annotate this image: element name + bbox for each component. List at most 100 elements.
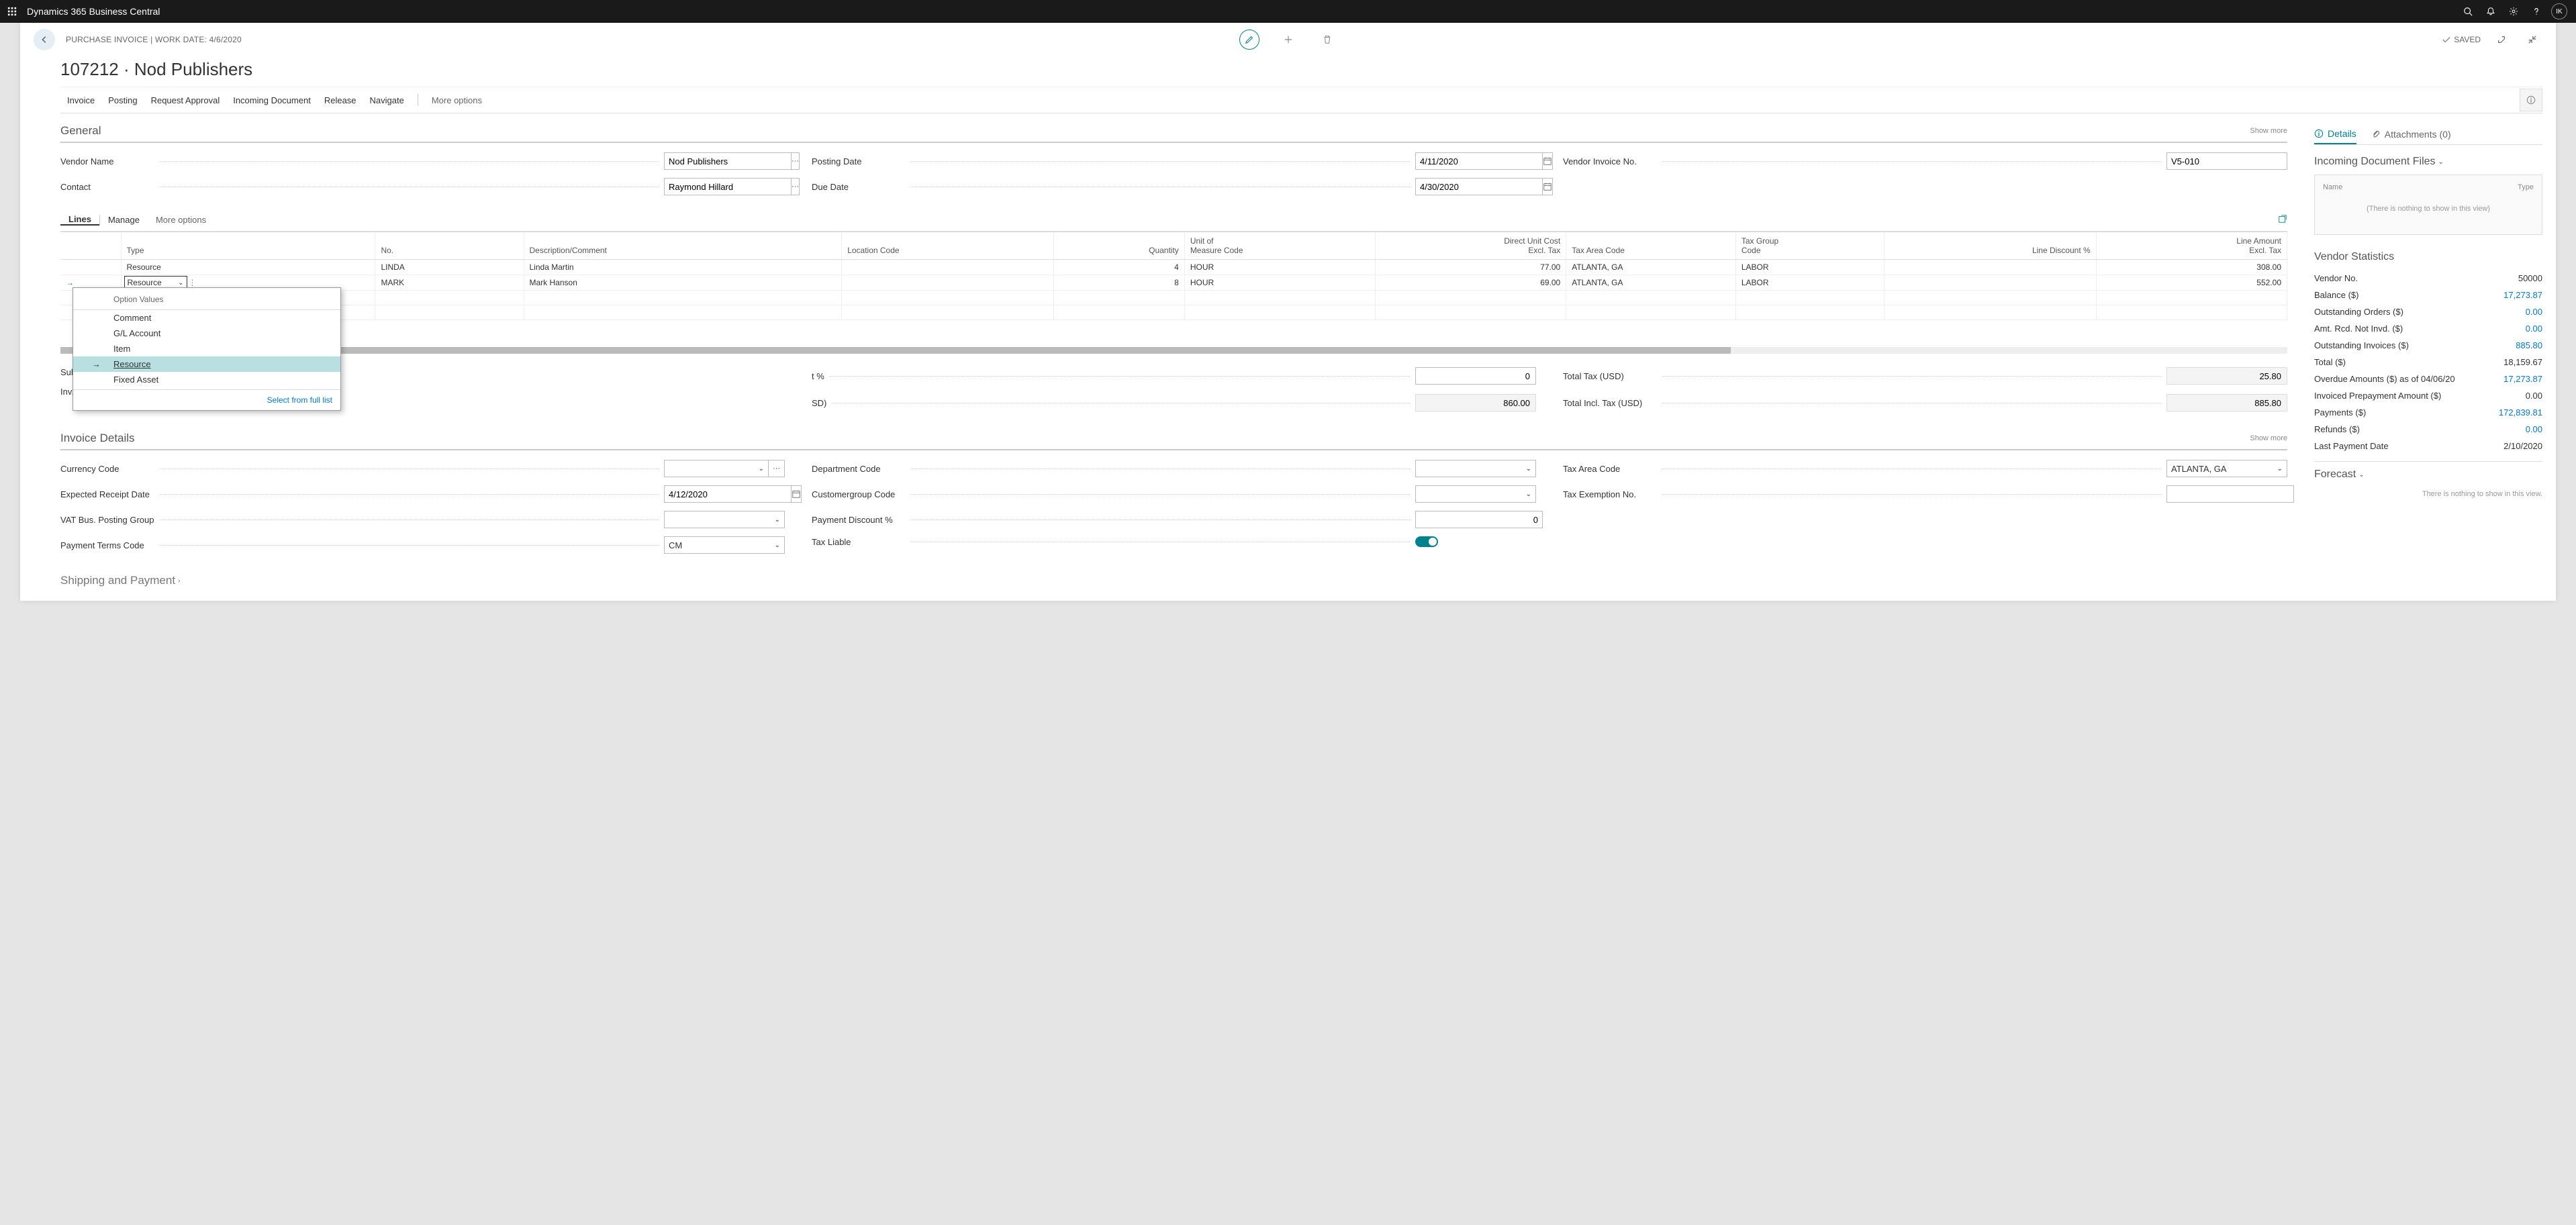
col-name-header: Name (2323, 183, 2342, 191)
tax-liable-toggle[interactable] (1415, 536, 1438, 547)
row-more-icon[interactable]: ⋮ (189, 278, 197, 287)
tab-lines[interactable]: Lines (60, 214, 99, 226)
tax-liable-label: Tax Liable (812, 537, 906, 547)
expected-receipt-input[interactable] (664, 485, 792, 503)
delete-button[interactable] (1317, 30, 1337, 50)
top-bar: Dynamics 365 Business Central IK (0, 0, 2576, 23)
help-icon[interactable] (2525, 0, 2548, 23)
total-incl-tax-value (2166, 394, 2287, 411)
col-discount[interactable]: Line Discount % (1884, 232, 2096, 260)
section-shipping-and-payment[interactable]: Shipping and Payment› (60, 574, 2287, 587)
stat-link[interactable]: 0.00 (2526, 424, 2542, 434)
lines-toolbar: Lines Manage More options (60, 209, 2287, 232)
due-date-input[interactable] (1415, 178, 1543, 195)
lines-popout-icon[interactable] (2278, 214, 2287, 226)
expected-receipt-label: Expected Receipt Date (60, 489, 154, 499)
popout-icon[interactable] (2491, 30, 2512, 50)
total-incl-tax-label: Total Incl. Tax (USD) (1563, 398, 1657, 408)
tax-exemption-input[interactable] (2166, 485, 2294, 503)
dropdown-option[interactable]: Comment (73, 310, 340, 326)
stat-link[interactable]: 17,273.87 (2503, 374, 2542, 384)
col-type-header: Type (2518, 183, 2534, 191)
chevron-down-icon: ⌄ (178, 279, 183, 287)
factbox-tab-attachments[interactable]: Attachments (0) (2371, 124, 2451, 144)
due-date-picker-icon[interactable] (1543, 178, 1553, 195)
cmd-more-options[interactable]: More options (425, 87, 489, 113)
stat-link[interactable]: 172,839.81 (2499, 407, 2542, 418)
col-qty[interactable]: Quantity (1053, 232, 1184, 260)
bell-icon[interactable] (2479, 0, 2502, 23)
col-line-amount[interactable]: Line AmountExcl. Tax (2096, 232, 2287, 260)
stat-link[interactable]: 0.00 (2526, 307, 2542, 317)
customergroup-code-select[interactable]: ⌄ (1415, 485, 1536, 503)
stat-link[interactable]: 17,273.87 (2503, 290, 2542, 300)
col-uom[interactable]: Unit ofMeasure Code (1184, 232, 1375, 260)
currency-lookup[interactable]: ··· (769, 460, 785, 477)
cmd-navigate[interactable]: Navigate (363, 87, 411, 113)
col-location[interactable]: Location Code (842, 232, 1054, 260)
col-tax-group[interactable]: Tax GroupCode (1735, 232, 1884, 260)
incoming-docs-box: NameType (There is nothing to show in th… (2314, 175, 2542, 235)
col-unit-cost[interactable]: Direct Unit CostExcl. Tax (1376, 232, 1566, 260)
incoming-docs-title[interactable]: Incoming Document Files⌄ (2314, 156, 2542, 168)
posting-date-picker-icon[interactable] (1543, 152, 1553, 170)
invoice-details-show-more[interactable]: Show more (2250, 434, 2287, 442)
payment-discount-input[interactable] (1415, 511, 1543, 528)
currency-code-label: Currency Code (60, 464, 154, 474)
col-type[interactable]: Type (121, 232, 375, 260)
stat-link[interactable]: 885.80 (2516, 340, 2542, 350)
table-row[interactable]: Resource LINDA Linda Martin 4 HOUR 77.00… (60, 260, 2287, 275)
discount-pct-input[interactable] (1415, 367, 1536, 385)
dropdown-option[interactable]: Item (73, 341, 340, 356)
factbox-tab-details[interactable]: Details (2314, 124, 2356, 144)
user-avatar[interactable]: IK (2548, 0, 2571, 23)
lines-table: Type No. Description/Comment Location Co… (60, 232, 2287, 320)
inv-total-label-partial: SD) (812, 398, 826, 408)
search-icon[interactable] (2456, 0, 2479, 23)
table-row[interactable] (60, 305, 2287, 320)
cmd-release[interactable]: Release (318, 87, 363, 113)
vendor-name-lookup[interactable]: ··· (792, 152, 800, 170)
cmd-incoming-document[interactable]: Incoming Document (226, 87, 318, 113)
edit-button[interactable] (1239, 30, 1259, 50)
contact-label: Contact (60, 182, 154, 192)
collapse-icon[interactable] (2522, 30, 2542, 50)
payment-terms-select[interactable]: CM⌄ (664, 536, 785, 554)
department-code-select[interactable]: ⌄ (1415, 460, 1536, 477)
col-tax-area[interactable]: Tax Area Code (1566, 232, 1736, 260)
cmd-invoice[interactable]: Invoice (60, 87, 101, 113)
expected-date-picker-icon[interactable] (792, 485, 802, 503)
info-icon[interactable] (2520, 89, 2542, 111)
app-launcher-icon[interactable] (5, 5, 19, 18)
saved-indicator: SAVED (2442, 35, 2481, 44)
cmd-request-approval[interactable]: Request Approval (144, 87, 227, 113)
lines-more-options[interactable]: More options (148, 215, 214, 225)
cmd-posting[interactable]: Posting (101, 87, 144, 113)
new-button[interactable] (1278, 30, 1298, 50)
gear-icon[interactable] (2502, 0, 2525, 23)
back-button[interactable] (34, 29, 55, 50)
stat-link[interactable]: 0.00 (2526, 324, 2542, 334)
col-desc[interactable]: Description/Comment (524, 232, 842, 260)
contact-input[interactable] (664, 178, 792, 195)
posting-date-input[interactable] (1415, 152, 1543, 170)
vendor-name-input[interactable] (664, 152, 792, 170)
contact-lookup[interactable]: ··· (792, 178, 800, 195)
payment-terms-label: Payment Terms Code (60, 540, 154, 550)
tax-area-code-label: Tax Area Code (1563, 464, 1657, 474)
dropdown-full-list-link[interactable]: Select from full list (73, 390, 340, 410)
dropdown-option[interactable]: Fixed Asset (73, 372, 340, 387)
table-row[interactable]: → Resource⌄ ⋮ (60, 275, 2287, 291)
horizontal-scrollbar[interactable] (60, 347, 2287, 354)
forecast-title[interactable]: Forecast⌄ (2314, 469, 2542, 481)
vendor-invoice-no-input[interactable] (2166, 152, 2287, 170)
table-row[interactable] (60, 291, 2287, 305)
currency-code-select[interactable]: ⌄ (664, 460, 769, 477)
tax-area-code-select[interactable]: ATLANTA, GA⌄ (2166, 460, 2287, 477)
col-no[interactable]: No. (375, 232, 524, 260)
dropdown-option[interactable]: G/L Account (73, 326, 340, 341)
general-show-more[interactable]: Show more (2250, 127, 2287, 135)
tab-manage[interactable]: Manage (100, 215, 148, 225)
dropdown-option-selected[interactable]: →Resource (73, 356, 340, 372)
vat-group-select[interactable]: ⌄ (664, 511, 785, 528)
